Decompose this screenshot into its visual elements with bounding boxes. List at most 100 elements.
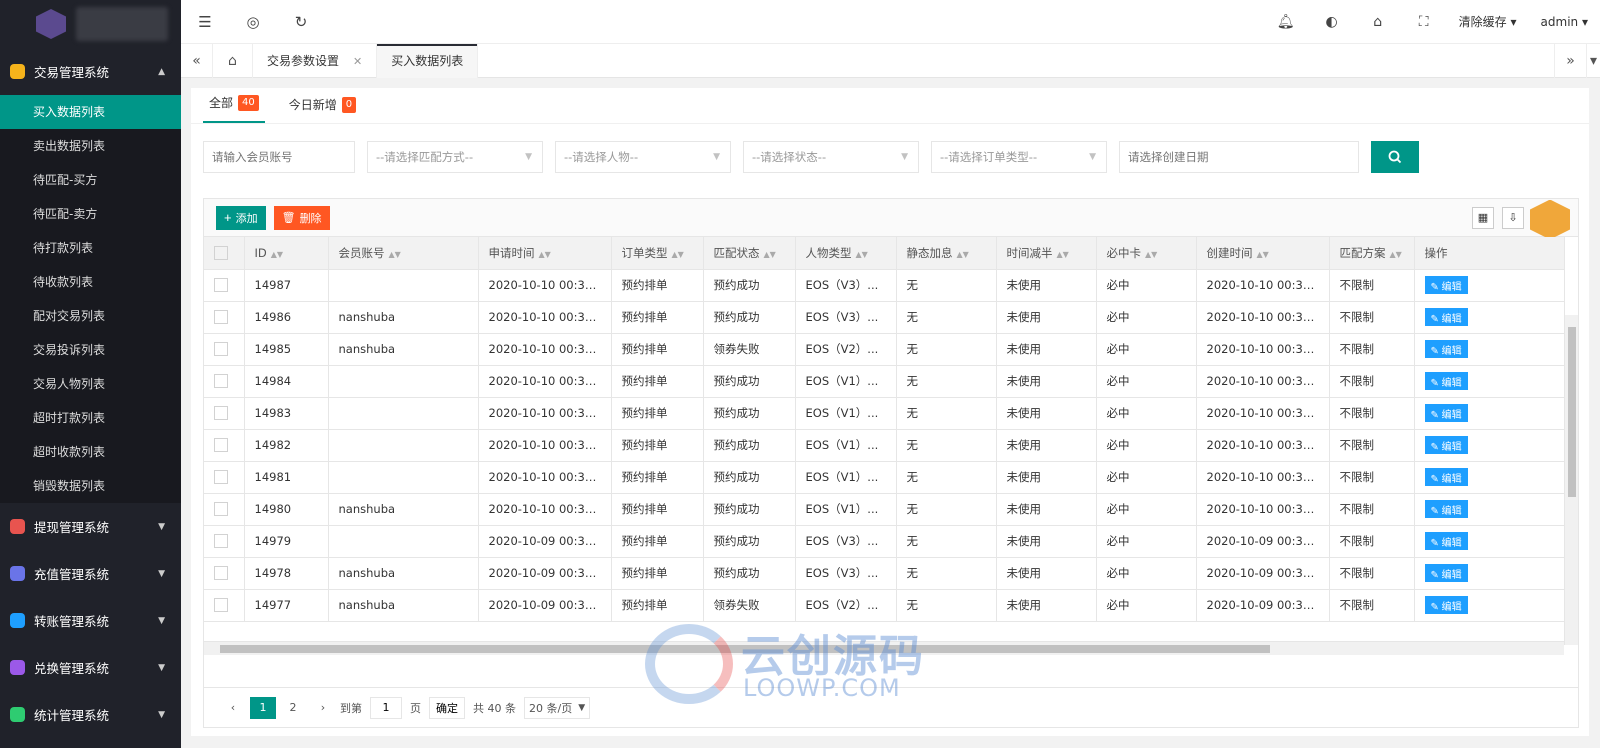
match-method-select[interactable]: --请选择匹配方式-- ▼ (367, 141, 543, 173)
row-checkbox[interactable] (214, 374, 228, 389)
edit-button[interactable]: ✎ 编辑 (1424, 596, 1468, 614)
tab-buy-list[interactable]: 买入数据列表 (377, 43, 479, 78)
sidebar-item-pending-payment[interactable]: 待打款列表 (0, 231, 181, 265)
menu-group-exchange[interactable]: 兑换管理系统 ▼ (0, 644, 181, 691)
prev-page-icon[interactable]: ‹ (220, 697, 246, 719)
status-select[interactable]: --请选择状态-- ▼ (743, 141, 919, 173)
scrollbar-thumb[interactable] (1568, 327, 1576, 497)
sidebar-item-destroyed[interactable]: 销毁数据列表 (0, 469, 181, 503)
user-menu[interactable]: admin ▾ (1529, 15, 1600, 29)
row-checkbox[interactable] (214, 502, 228, 517)
tag-icon[interactable]: ⌂ (1355, 14, 1401, 30)
character-select[interactable]: --请选择人物-- ▼ (555, 141, 731, 173)
row-checkbox[interactable] (214, 470, 228, 485)
globe-icon[interactable]: ◎ (229, 13, 277, 31)
row-select-cell[interactable] (204, 461, 245, 494)
row-checkbox[interactable] (214, 438, 228, 453)
sort-icon[interactable]: ▲▼ (389, 250, 401, 259)
delete-button[interactable]: 🗑︎ 删除 (273, 205, 330, 230)
member-account-input[interactable] (203, 141, 355, 173)
sidebar-item-pending-buyer[interactable]: 待匹配-买方 (0, 163, 181, 197)
filter-tab-all[interactable]: 全部 40 (203, 94, 265, 123)
clear-cache-menu[interactable]: 清除缓存 ▾ (1447, 13, 1529, 30)
row-checkbox[interactable] (214, 278, 228, 293)
create-date-input[interactable] (1119, 141, 1359, 173)
page-size-select[interactable]: 20 条/页 ▼ (524, 696, 591, 719)
menu-group-stats[interactable]: 统计管理系统 ▼ (0, 691, 181, 738)
sort-icon[interactable]: ▲▼ (856, 250, 868, 259)
column-header[interactable]: 人物类型 ▲▼ (795, 237, 897, 270)
sort-icon[interactable]: ▲▼ (764, 250, 776, 259)
row-select-cell[interactable] (204, 557, 245, 590)
fullscreen-icon[interactable]: ⛶ (1401, 14, 1447, 30)
column-header[interactable]: 创建时间 ▲▼ (1196, 237, 1330, 270)
goto-confirm-button[interactable]: 确定 (429, 696, 465, 719)
refresh-icon[interactable]: ↻ (277, 13, 325, 31)
close-icon[interactable]: ✕ (353, 55, 362, 68)
scrollbar-thumb[interactable] (220, 645, 1270, 653)
tab-trade-settings[interactable]: 交易参数设置 ✕ (253, 43, 378, 78)
menu-group-withdraw[interactable]: 提现管理系统 ▼ (0, 503, 181, 550)
columns-filter-icon[interactable]: ▦ (1472, 206, 1494, 229)
horizontal-scrollbar[interactable] (204, 641, 1564, 655)
sort-icon[interactable]: ▲▼ (1257, 250, 1269, 259)
sidebar-item-complaints[interactable]: 交易投诉列表 (0, 333, 181, 367)
edit-button[interactable]: ✎ 编辑 (1424, 276, 1468, 294)
sort-icon[interactable]: ▲▼ (957, 250, 969, 259)
sidebar-item-characters[interactable]: 交易人物列表 (0, 367, 181, 401)
column-header[interactable]: 必中卡 ▲▼ (1096, 237, 1197, 270)
row-checkbox[interactable] (214, 598, 228, 613)
edit-button[interactable]: ✎ 编辑 (1424, 564, 1468, 582)
column-header[interactable]: 匹配状态 ▲▼ (703, 237, 796, 270)
sidebar-item-overdue-receipt[interactable]: 超时收款列表 (0, 435, 181, 469)
row-checkbox[interactable] (214, 342, 228, 357)
row-select-cell[interactable] (204, 429, 245, 462)
row-checkbox[interactable] (214, 406, 228, 421)
sidebar-item-buy-list[interactable]: 买入数据列表 (0, 95, 181, 129)
row-select-cell[interactable] (204, 525, 245, 558)
column-header[interactable]: 匹配方案 ▲▼ (1329, 237, 1415, 270)
edit-button[interactable]: ✎ 编辑 (1424, 404, 1468, 422)
column-header[interactable]: 申请时间 ▲▼ (478, 237, 612, 270)
menu-group-recharge[interactable]: 充值管理系统 ▼ (0, 550, 181, 597)
edit-button[interactable]: ✎ 编辑 (1424, 372, 1468, 390)
menu-toggle-icon[interactable]: ☰ (181, 13, 229, 31)
edit-button[interactable]: ✎ 编辑 (1424, 532, 1468, 550)
menu-group-transfer[interactable]: 转账管理系统 ▼ (0, 597, 181, 644)
row-select-cell[interactable] (204, 301, 245, 334)
row-select-cell[interactable] (204, 589, 245, 622)
sidebar-item-pending-receipt[interactable]: 待收款列表 (0, 265, 181, 299)
page-1[interactable]: 1 (250, 696, 276, 719)
search-button[interactable] (1371, 141, 1419, 173)
sort-icon[interactable]: ▲▼ (1145, 250, 1157, 259)
sidebar-item-pending-seller[interactable]: 待匹配-卖方 (0, 197, 181, 231)
edit-button[interactable]: ✎ 编辑 (1424, 340, 1468, 358)
sidebar-item-overdue-payment[interactable]: 超时打款列表 (0, 401, 181, 435)
row-select-cell[interactable] (204, 269, 245, 302)
column-header[interactable]: ID ▲▼ (244, 237, 329, 270)
home-icon[interactable]: ⌂ (213, 43, 253, 78)
sidebar-item-paired-trades[interactable]: 配对交易列表 (0, 299, 181, 333)
palette-icon[interactable]: ◐ (1309, 14, 1355, 30)
sort-icon[interactable]: ▲▼ (271, 250, 283, 259)
column-header[interactable]: 订单类型 ▲▼ (611, 237, 704, 270)
sidebar-item-sell-list[interactable]: 卖出数据列表 (0, 129, 181, 163)
export-icon[interactable]: ⇩ (1502, 206, 1524, 229)
filter-tab-today[interactable]: 今日新增 0 (283, 96, 362, 123)
add-button[interactable]: + 添加 (216, 205, 266, 230)
bell-icon[interactable]: 🔔︎ (1263, 14, 1309, 30)
vertical-scrollbar[interactable] (1564, 315, 1578, 645)
edit-button[interactable]: ✎ 编辑 (1424, 436, 1468, 454)
sort-icon[interactable]: ▲▼ (672, 250, 684, 259)
next-page-icon[interactable]: › (310, 697, 336, 719)
menu-group-trade[interactable]: 交易管理系统 ▲ (0, 48, 181, 95)
row-select-cell[interactable] (204, 397, 245, 430)
column-header[interactable]: 时间减半 ▲▼ (996, 237, 1097, 270)
row-checkbox[interactable] (214, 310, 228, 325)
tabs-more-icon[interactable]: ▾ (1586, 43, 1600, 78)
sort-icon[interactable]: ▲▼ (539, 250, 551, 259)
tabs-scroll-right-icon[interactable]: » (1554, 43, 1586, 78)
row-select-cell[interactable] (204, 365, 245, 398)
row-select-cell[interactable] (204, 493, 245, 526)
row-select-cell[interactable] (204, 333, 245, 366)
